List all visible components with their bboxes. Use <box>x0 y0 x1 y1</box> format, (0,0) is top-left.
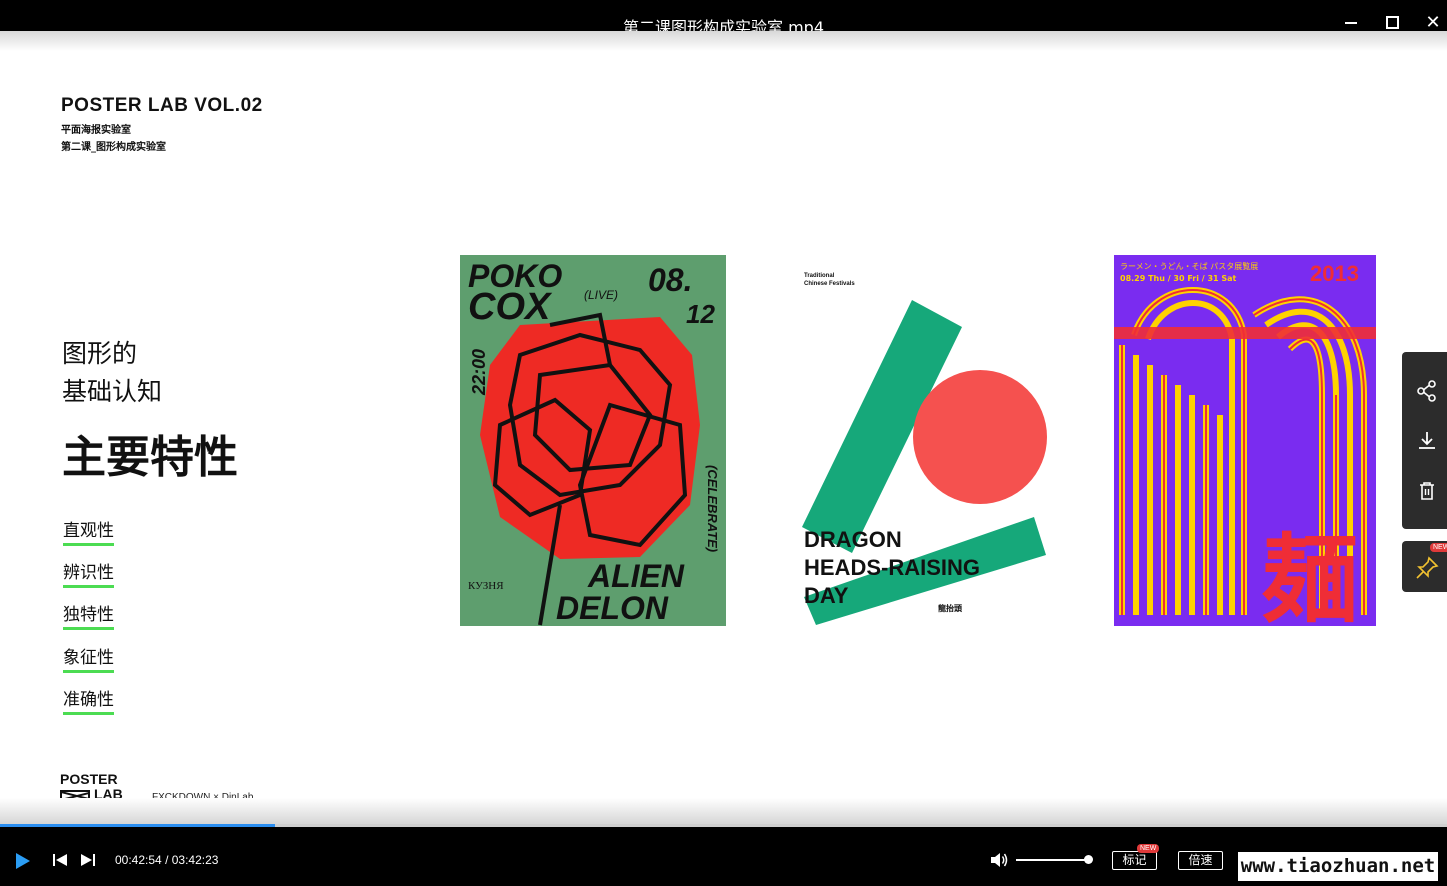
heading-main: 主要特性 <box>62 432 238 483</box>
trait-item: 独特性 <box>63 600 114 630</box>
poster1-date2: 12 <box>686 299 715 329</box>
time-current: 00:42:54 <box>115 853 162 867</box>
side-toolbar <box>1402 352 1447 529</box>
trash-icon <box>1420 482 1434 500</box>
trait-item: 准确性 <box>63 685 114 715</box>
poster-poko-cox: POKO COX (LIVE) 08. 12 22:00 (CELEBRATE)… <box>460 255 726 626</box>
slide-lesson: 第二课_图形构成实验室 <box>61 142 166 153</box>
player-controls: 00:42:54 / 03:42:23 标记 NEW 倍速 <box>0 827 1447 886</box>
poster1-title-line2: COX <box>468 286 553 328</box>
poster2-title2: HEADS-RAISING <box>804 555 980 580</box>
minimize-button[interactable] <box>1341 11 1363 33</box>
download-button[interactable] <box>1416 430 1436 452</box>
next-icon[interactable] <box>80 853 96 867</box>
time-separator: / <box>165 853 172 867</box>
site-watermark: www.tiaozhuan.net <box>1238 852 1438 881</box>
speed-button[interactable]: 倍速 <box>1178 851 1223 870</box>
frame-shade-top <box>0 31 1447 51</box>
logo-line1: POSTER <box>60 771 118 787</box>
poster1-name2: DELON <box>556 590 669 626</box>
heading-line2: 基础认知 <box>62 377 163 406</box>
poster1-live: (LIVE) <box>584 288 618 302</box>
trait-item: 直观性 <box>63 516 114 546</box>
mark-label: 标记 <box>1122 853 1147 867</box>
heading-line1: 图形的 <box>62 339 138 368</box>
mark-button[interactable]: 标记 <box>1112 851 1157 870</box>
volume-icon[interactable] <box>989 851 1009 869</box>
poster1-name1: ALIEN <box>587 558 685 594</box>
poster2-title3: DAY <box>804 583 849 608</box>
play-button[interactable] <box>16 853 30 869</box>
trait-item: 象征性 <box>63 643 114 673</box>
pin-button[interactable]: NEW <box>1402 541 1447 592</box>
share-button[interactable] <box>1416 380 1436 402</box>
pin-icon <box>1416 556 1439 579</box>
download-icon <box>1419 432 1435 449</box>
poster3-kanji: 麺 <box>1262 524 1358 626</box>
volume-slider[interactable] <box>1016 859 1092 861</box>
poster1-date1: 08. <box>648 262 692 298</box>
previous-icon[interactable] <box>52 853 68 867</box>
poster3-header: ラーメン・うどん・そば パスタ展覧展 <box>1120 261 1258 271</box>
time-total: 03:42:23 <box>171 853 219 867</box>
poster-noodle-2013: ラーメン・うどん・そば パスタ展覧展 08.29 Thu / 30 Fri / … <box>1114 255 1376 626</box>
poster3-year: 2013 <box>1310 261 1359 286</box>
poster-dragon-day-art: Traditional Chinese Festivals DRAGON HEA… <box>784 255 1050 626</box>
pin-new-badge: NEW <box>1430 543 1447 552</box>
slide-title: POSTER LAB VOL.02 <box>61 95 263 116</box>
poster2-title1: DRAGON <box>804 527 902 552</box>
delete-button[interactable] <box>1416 480 1436 502</box>
poster1-brand: КУЗНЯ <box>468 580 504 592</box>
video-frame[interactable]: POSTER LAB VOL.02 平面海报实验室 第二课_图形构成实验室 图形… <box>0 31 1447 828</box>
poster2-small1: Traditional <box>804 273 835 279</box>
slide-subtitle: 平面海报实验室 <box>61 125 131 136</box>
poster2-small2: Chinese Festivals <box>804 281 855 287</box>
volume-handle[interactable] <box>1084 855 1094 864</box>
poster-noodle-art: ラーメン・うどん・そば パスタ展覧展 08.29 Thu / 30 Fri / … <box>1114 255 1376 626</box>
time-display: 00:42:54 / 03:42:23 <box>115 853 218 867</box>
poster2-mark: 龍抬頭 <box>938 603 963 613</box>
speed-label: 倍速 <box>1188 853 1213 867</box>
share-icon <box>1417 380 1436 402</box>
trait-item: 辨识性 <box>63 558 114 588</box>
mark-new-badge: NEW <box>1137 844 1160 853</box>
maximize-button[interactable] <box>1381 11 1403 33</box>
poster-poko-cox-art: POKO COX (LIVE) 08. 12 22:00 (CELEBRATE)… <box>460 255 726 626</box>
poster-dragon-day: Traditional Chinese Festivals DRAGON HEA… <box>784 255 1050 626</box>
close-button[interactable]: ✕ <box>1422 11 1444 33</box>
poster3-dates: 08.29 Thu / 30 Fri / 31 Sat <box>1120 274 1237 283</box>
poster1-time: 22:00 <box>469 349 489 396</box>
poster1-celebrate: (CELEBRATE) <box>705 465 720 552</box>
